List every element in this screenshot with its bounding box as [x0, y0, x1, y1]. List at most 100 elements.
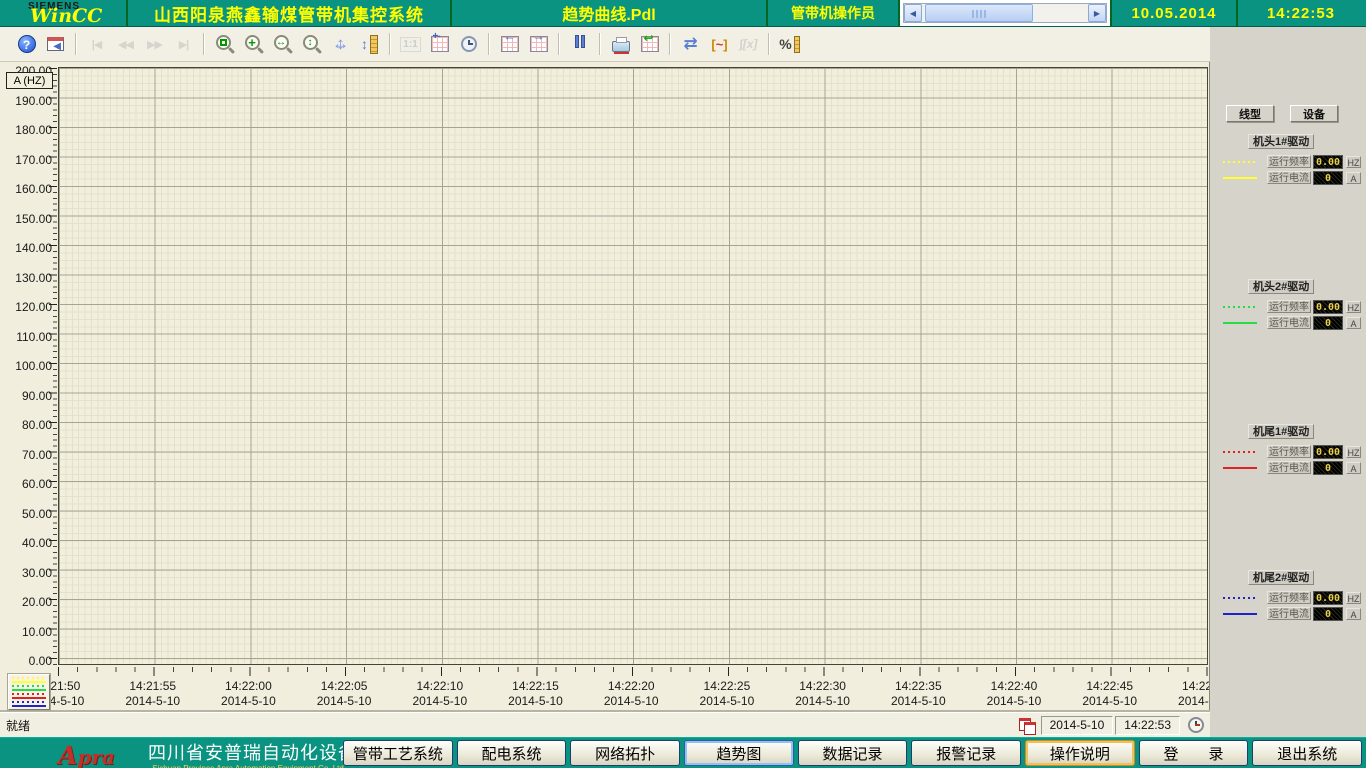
wincc-trend-screen: SIEMENS WinCC 山西阳泉燕鑫输煤管带机集控系统 趋势曲线.Pdl 管…: [0, 0, 1366, 768]
header-scrollbar[interactable]: ◀ ▶: [903, 3, 1107, 23]
statistics-icon[interactable]: ∫[x]: [734, 31, 763, 58]
legend-row-label: 运行频率: [1267, 300, 1311, 313]
legend-unit: HZ: [1346, 301, 1361, 313]
y-tick-label: 170.00: [0, 153, 52, 167]
x-axis: 14:21:502014-5-1014:21:552014-5-1014:22:…: [0, 667, 1210, 712]
legend-row: 运行电流0A: [1210, 316, 1366, 330]
y-tick-label: 0.00: [0, 654, 52, 668]
x-tick-label: 14:22:202014-5-10: [583, 679, 679, 709]
scrollbar-track[interactable]: [922, 4, 1088, 22]
first-record-icon[interactable]: |◀: [82, 31, 111, 58]
zoom-area-icon[interactable]: [210, 31, 239, 58]
one-to-one-icon[interactable]: 1:1: [396, 31, 425, 58]
legend-row: 运行电流0A: [1210, 171, 1366, 185]
swap-time-axis-icon[interactable]: ⇄: [676, 31, 705, 58]
fast-backward-icon[interactable]: ◀◀: [111, 31, 140, 58]
nav-button-pipe-belt-process-system[interactable]: 管带工艺系统: [343, 740, 453, 766]
x-tick-time: 14:22:25: [679, 679, 775, 694]
legend-group-title: 机头2#驱动: [1248, 279, 1314, 294]
x-tick-label: 14:22:052014-5-10: [296, 679, 392, 709]
scrollbar-section: ◀ ▶: [900, 0, 1112, 26]
line-type-button[interactable]: 线型: [1226, 105, 1274, 122]
nav-button-trend-chart[interactable]: 趋势图: [684, 740, 794, 766]
pan-icon[interactable]: ↔↕: [326, 31, 355, 58]
nav-button-power-distribution-system[interactable]: 配电系统: [457, 740, 567, 766]
trend-control: 200.00190.00180.00170.00160.00150.00140.…: [0, 62, 1210, 712]
y-tick-label: 120.00: [0, 300, 52, 314]
legend-line-dotted: [12, 685, 46, 687]
scrollbar-thumb[interactable]: [925, 4, 1033, 22]
legend-line-sample: [1223, 597, 1257, 599]
last-record-icon[interactable]: ▶|: [169, 31, 198, 58]
nav-button-network-topology[interactable]: 网络拓扑: [570, 740, 680, 766]
x-tick-label: 14:22:352014-5-10: [870, 679, 966, 709]
x-tick-date: 2014-5-10: [392, 694, 488, 709]
toolbar-separator: [488, 33, 490, 55]
nav-button-login[interactable]: 登 录: [1139, 740, 1249, 766]
title-bar: SIEMENS WinCC 山西阳泉燕鑫输煤管带机集控系统 趋势曲线.Pdl 管…: [0, 0, 1366, 27]
zoom-in-icon[interactable]: +: [239, 31, 268, 58]
nav-button-exit-system[interactable]: 退出系统: [1252, 740, 1362, 766]
zoom-time-axis-icon[interactable]: ↔: [268, 31, 297, 58]
move-value-axis-icon[interactable]: ↕: [355, 31, 384, 58]
pause-icon[interactable]: [565, 31, 594, 58]
nav-button-alarm-records[interactable]: 报警记录: [911, 740, 1021, 766]
legend-value: 0.00: [1313, 300, 1343, 314]
toolbar-separator: [389, 33, 391, 55]
x-tick-time: 14:22:40: [966, 679, 1062, 694]
nav-button-data-records[interactable]: 数据记录: [798, 740, 908, 766]
device-button[interactable]: 设备: [1290, 105, 1338, 122]
toolbar-separator: [768, 33, 770, 55]
legend-unit: HZ: [1346, 156, 1361, 168]
x-tick-time: 14:22:30: [775, 679, 871, 694]
y-tick-label: 100.00: [0, 359, 52, 373]
header-time-section: 14:22:53: [1238, 0, 1364, 26]
x-tick-date: 2014-5-10: [966, 694, 1062, 709]
x-axis-major-ticks: [58, 667, 1208, 676]
zoom-value-axis-icon[interactable]: ↕: [297, 31, 326, 58]
percent-scale-icon[interactable]: %: [775, 31, 804, 58]
select-trends-icon[interactable]: +-: [425, 31, 454, 58]
plot-area[interactable]: [58, 67, 1208, 665]
statistics-area-icon[interactable]: [~]: [705, 31, 734, 58]
scrollbar-left-arrow-icon[interactable]: ◀: [904, 4, 922, 22]
legend-value: 0.00: [1313, 155, 1343, 169]
status-bar: 就绪 2014-5-10 14:22:53: [0, 712, 1210, 737]
nav-button-operation-guide[interactable]: 操作说明: [1025, 740, 1135, 766]
legend-row-label: 运行电流: [1267, 607, 1311, 620]
y-tick-label: 140.00: [0, 241, 52, 255]
y-tick-label: 180.00: [0, 123, 52, 137]
open-properties-dialog-icon[interactable]: ◀: [41, 31, 70, 58]
restore-view-icon[interactable]: ↩: [635, 31, 664, 58]
clock-status-icon: [1188, 717, 1204, 733]
toolbar-separator: [203, 33, 205, 55]
print-icon[interactable]: [606, 31, 635, 58]
legend-row-label: 运行频率: [1267, 155, 1311, 168]
x-tick-date: 2014-5-10: [583, 694, 679, 709]
help-icon[interactable]: ?: [12, 31, 41, 58]
x-tick-date: 2014-5-10: [775, 694, 871, 709]
previous-trend-icon[interactable]: ←: [495, 31, 524, 58]
header-date-section: 10.05.2014: [1112, 0, 1238, 26]
x-tick-date: 2014-5-10: [1062, 694, 1158, 709]
x-tick-date: 2014-5-10: [1157, 694, 1210, 709]
time-range-icon[interactable]: [454, 31, 483, 58]
fast-forward-icon[interactable]: ▶▶: [140, 31, 169, 58]
scrollbar-right-arrow-icon[interactable]: ▶: [1088, 4, 1106, 22]
x-tick-label: 14:22:402014-5-10: [966, 679, 1062, 709]
legend-row-label: 运行电流: [1267, 171, 1311, 184]
y-tick-label: 60.00: [0, 477, 52, 491]
wincc-logo: WinCC: [30, 5, 102, 27]
legend-value: 0: [1313, 461, 1343, 475]
legend-line-solid: [12, 705, 46, 707]
y-tick-label: 90.00: [0, 389, 52, 403]
legend-line-sample: [1223, 306, 1257, 308]
toolbar-separator: [558, 33, 560, 55]
user-role: 管带机操作员: [791, 3, 875, 23]
legend-line-dotted: [12, 693, 46, 695]
legend-line-sample: [1223, 467, 1257, 469]
legend-row-label: 运行频率: [1267, 445, 1311, 458]
next-trend-icon[interactable]: →: [524, 31, 553, 58]
y-tick-label: 40.00: [0, 536, 52, 550]
legend-value: 0: [1313, 171, 1343, 185]
